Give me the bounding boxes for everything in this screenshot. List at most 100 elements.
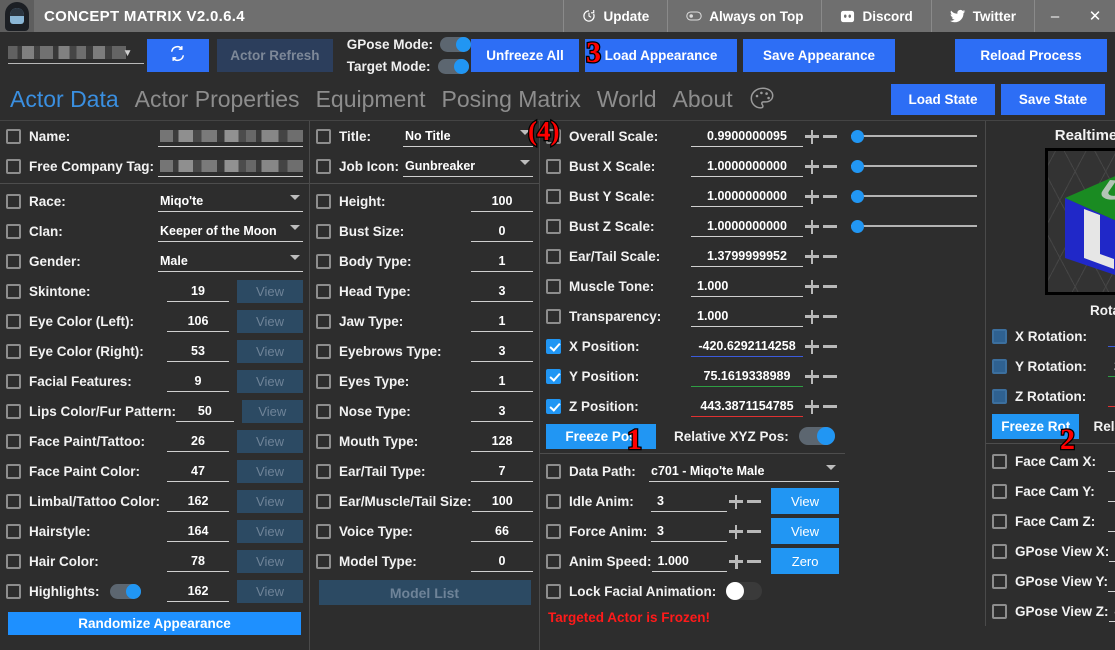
increment-bust-z-scale[interactable] <box>803 216 821 237</box>
input-gpose-view-z[interactable]: 443.3871154785 <box>1108 601 1115 622</box>
input-z-position[interactable]: 443.3871154785 <box>691 396 803 417</box>
increment-anim-speed[interactable] <box>727 551 745 572</box>
input-ear-muscle-tail-size[interactable]: 100 <box>471 491 533 512</box>
always-on-top-button[interactable]: Always on Top <box>667 0 821 32</box>
input-gpose-view-x[interactable]: -420.629211425 <box>1109 541 1115 562</box>
tab-world[interactable]: World <box>597 86 657 113</box>
decrement-bust-y-scale[interactable] <box>821 186 839 207</box>
input-hair-color[interactable]: 78 <box>167 551 229 572</box>
checkbox-anim-speed[interactable] <box>546 553 561 569</box>
actor-dropdown[interactable]: ▼ <box>8 46 144 64</box>
dropdown-race[interactable]: Miqo'te <box>158 191 303 212</box>
tab-about[interactable]: About <box>673 86 733 113</box>
input-eyes-type[interactable]: 1 <box>471 371 533 392</box>
increment-transparency[interactable] <box>803 306 821 327</box>
input-body-type[interactable]: 1 <box>471 251 533 272</box>
dropdown-clan[interactable]: Keeper of the Moon <box>158 221 303 242</box>
checkbox-x-position[interactable] <box>546 338 561 354</box>
decrement-anim-speed[interactable] <box>745 551 763 572</box>
decrement-bust-z-scale[interactable] <box>821 216 839 237</box>
tab-actor-data[interactable]: Actor Data <box>10 86 119 113</box>
increment-muscle-tone[interactable] <box>803 276 821 297</box>
slider-overall-scale[interactable] <box>851 125 985 146</box>
dropdown-gender[interactable]: Male <box>158 251 303 272</box>
checkbox-job-icon[interactable] <box>316 158 331 174</box>
checkbox-hairstyle[interactable] <box>6 523 21 539</box>
checkbox-hair-color[interactable] <box>6 553 21 569</box>
dropdown-data-path[interactable]: c701 - Miqo'te Male <box>649 461 839 482</box>
input-overall-scale[interactable]: 0.9900000095 <box>691 126 803 147</box>
decrement-transparency[interactable] <box>821 306 839 327</box>
view-button-hair-color[interactable]: View <box>237 549 303 573</box>
increment-force-anim[interactable] <box>727 521 745 542</box>
lock-facial-animation-toggle[interactable] <box>726 582 763 600</box>
increment-idle-anim[interactable] <box>727 491 745 512</box>
checkbox-transparency[interactable] <box>546 308 561 324</box>
view-button-idle-anim[interactable]: View <box>771 488 839 514</box>
checkbox-ear-tail-scale[interactable] <box>546 248 561 264</box>
checkbox-idle-anim[interactable] <box>546 493 561 509</box>
checkbox-face-paint-tattoo[interactable] <box>6 433 21 449</box>
twitter-button[interactable]: Twitter <box>930 0 1034 32</box>
checkbox-face-cam-z[interactable] <box>992 513 1007 529</box>
input-nose-type[interactable]: 3 <box>471 401 533 422</box>
zero-button-anim-speed[interactable]: Zero <box>771 548 839 574</box>
highlights-toggle[interactable] <box>109 583 141 599</box>
checkbox-body-type[interactable] <box>316 253 331 269</box>
input-y-rotation[interactable]: 288.6652832031 <box>1108 356 1115 377</box>
checkbox-face-cam-x[interactable] <box>992 453 1007 469</box>
checkbox-y-position[interactable] <box>546 368 561 384</box>
input-head-type[interactable]: 3 <box>471 281 533 302</box>
checkbox-eye-color-right[interactable] <box>6 343 21 359</box>
slider-bust-x-scale[interactable] <box>851 155 985 176</box>
discord-button[interactable]: Discord <box>821 0 930 32</box>
checkbox-y-rotation[interactable] <box>992 358 1007 374</box>
checkbox-bust-size[interactable] <box>316 223 331 239</box>
load-state-button[interactable]: Load State <box>891 83 995 115</box>
input-voice-type[interactable]: 66 <box>471 521 533 542</box>
checkbox-lips-color[interactable] <box>6 403 21 419</box>
checkbox-title[interactable] <box>316 128 331 144</box>
checkbox-highlights[interactable] <box>6 583 21 599</box>
actor-refresh-button[interactable]: Actor Refresh <box>217 38 333 72</box>
input-x-rotation[interactable]: 0.0000000000 <box>1108 326 1115 347</box>
decrement-bust-x-scale[interactable] <box>821 156 839 177</box>
input-mouth-type[interactable]: 128 <box>471 431 533 452</box>
input-face-cam-z[interactable]: 445.320770263 <box>1108 511 1115 532</box>
view-button-eye-color-left[interactable]: View <box>237 309 303 333</box>
decrement-y-position[interactable] <box>821 366 839 387</box>
checkbox-facial-features[interactable] <box>6 373 21 389</box>
checkbox-head-type[interactable] <box>316 283 331 299</box>
decrement-overall-scale[interactable] <box>821 126 839 147</box>
tab-actor-properties[interactable]: Actor Properties <box>135 86 300 113</box>
input-x-position[interactable]: -420.6292114258 <box>691 336 803 357</box>
checkbox-jaw-type[interactable] <box>316 313 331 329</box>
input-muscle-tone[interactable]: 1.000 <box>691 276 803 297</box>
view-button-face-paint-tattoo[interactable]: View <box>237 429 303 453</box>
checkbox-eye-color-left[interactable] <box>6 313 21 329</box>
checkbox-model-type[interactable] <box>316 553 331 569</box>
input-idle-anim[interactable]: 3 <box>651 491 727 512</box>
increment-bust-x-scale[interactable] <box>803 156 821 177</box>
input-eyebrows-type[interactable]: 3 <box>471 341 533 362</box>
freeze-pos-button[interactable]: Freeze Pos <box>546 423 656 449</box>
input-face-paint-color[interactable]: 47 <box>167 461 229 482</box>
minimize-button[interactable]: – <box>1035 0 1075 32</box>
increment-bust-y-scale[interactable] <box>803 186 821 207</box>
checkbox-gpose-view-x[interactable] <box>992 543 1007 559</box>
checkbox-overall-scale[interactable] <box>546 128 561 144</box>
checkbox-gender[interactable] <box>6 253 21 269</box>
checkbox-nose-type[interactable] <box>316 403 331 419</box>
checkbox-height[interactable] <box>316 193 331 209</box>
input-facial-features[interactable]: 9 <box>167 371 229 392</box>
checkbox-limbal-tattoo-color[interactable] <box>6 493 21 509</box>
load-appearance-button[interactable]: Load Appearance <box>585 38 738 72</box>
checkbox-eyebrows-type[interactable] <box>316 343 331 359</box>
freeze-rot-button[interactable]: Freeze Rot <box>992 413 1080 439</box>
decrement-ear-tail-scale[interactable] <box>821 246 839 267</box>
tab-equipment[interactable]: Equipment <box>316 86 426 113</box>
checkbox-bust-y-scale[interactable] <box>546 188 561 204</box>
checkbox-muscle-tone[interactable] <box>546 278 561 294</box>
randomize-appearance-button[interactable]: Randomize Appearance <box>8 612 301 635</box>
increment-ear-tail-scale[interactable] <box>803 246 821 267</box>
